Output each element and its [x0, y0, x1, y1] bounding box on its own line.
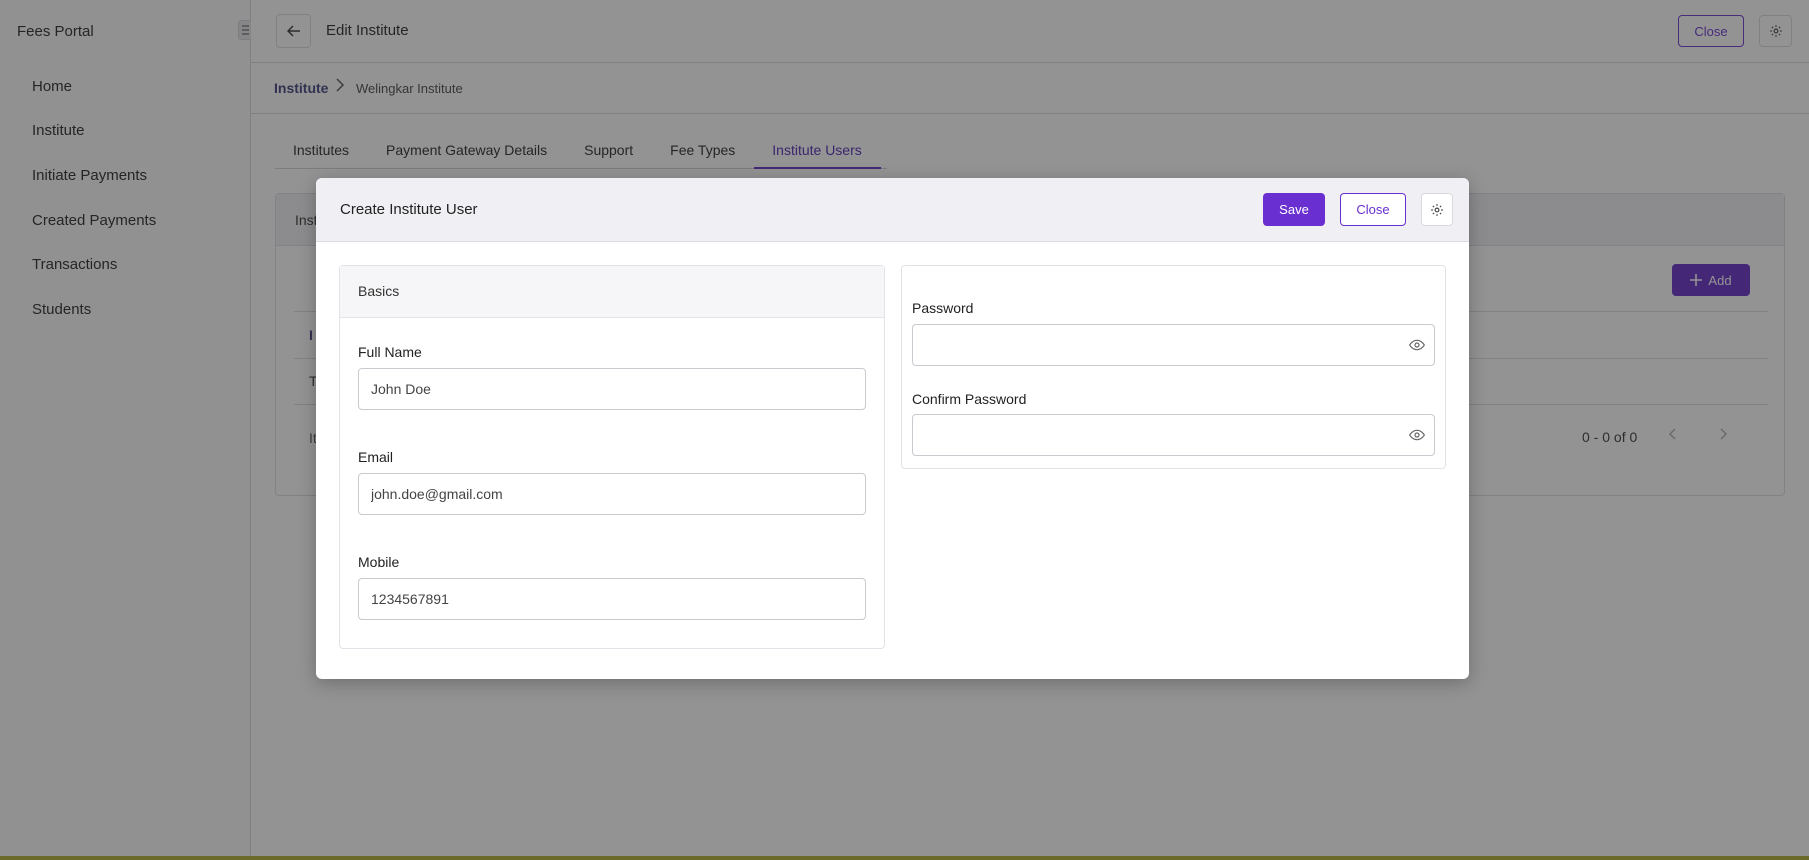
modal-header: Create Institute User Save Close [316, 178, 1469, 242]
basics-title: Basics [358, 283, 400, 299]
bottom-strip [0, 856, 1809, 860]
full-name-label: Full Name [358, 344, 422, 360]
save-button[interactable]: Save [1263, 193, 1325, 226]
confirm-password-field [912, 414, 1435, 456]
basics-header: Basics [340, 266, 884, 318]
basics-section: Basics Full Name Email Mobile [339, 265, 885, 649]
confirm-password-label: Confirm Password [912, 391, 1027, 407]
password-label: Password [912, 300, 974, 316]
modal-settings-button[interactable] [1421, 193, 1453, 226]
password-field [912, 324, 1435, 366]
email-label: Email [358, 449, 394, 465]
email-input[interactable] [358, 473, 866, 515]
modal-title: Create Institute User [340, 201, 478, 218]
confirm-password-input[interactable] [912, 414, 1435, 456]
password-section: Password Confirm Password [901, 265, 1446, 469]
mobile-label: Mobile [358, 554, 400, 570]
eye-icon[interactable] [1409, 427, 1425, 443]
eye-icon[interactable] [1409, 337, 1425, 353]
create-institute-user-modal: Create Institute User Save Close Basics … [316, 178, 1469, 679]
gear-icon [1431, 203, 1443, 216]
full-name-input[interactable] [358, 368, 866, 410]
modal-close-button[interactable]: Close [1340, 193, 1406, 226]
password-input[interactable] [912, 324, 1435, 366]
mobile-input[interactable] [358, 578, 866, 620]
